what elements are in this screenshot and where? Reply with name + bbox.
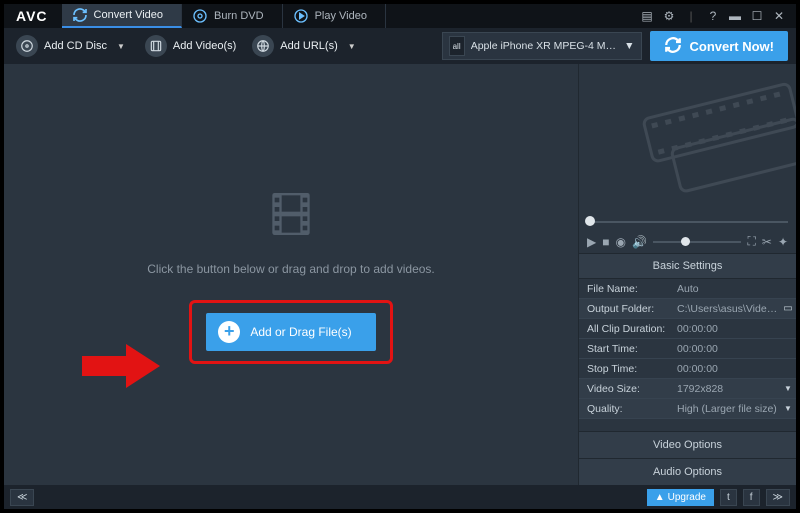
value: 00:00:00	[673, 323, 796, 335]
label: All Clip Duration:	[579, 323, 673, 335]
button-label: Add CD Disc	[44, 40, 107, 52]
label: Stop Time:	[579, 363, 673, 375]
button-label: Convert Now!	[690, 39, 775, 54]
main-drop-area[interactable]: Click the button below or drag and drop …	[4, 64, 578, 485]
tab-label: Burn DVD	[214, 10, 264, 22]
tab-play-video[interactable]: Play Video	[283, 4, 386, 28]
film-icon	[145, 35, 167, 57]
stop-button[interactable]: ■	[602, 235, 609, 249]
chevron-down-icon[interactable]: ▼	[780, 404, 796, 413]
browse-folder-icon[interactable]: ▭	[780, 303, 796, 314]
button-label: Add or Drag File(s)	[250, 325, 351, 339]
chevron-down-icon[interactable]: ▼	[780, 384, 796, 393]
next-page-button[interactable]: ≫	[766, 489, 790, 506]
options-nav-icon[interactable]: ▤	[638, 9, 656, 23]
titlebar: AVC Convert Video Burn DVD Play Video	[4, 4, 796, 28]
snapshot-button[interactable]: ◉	[615, 235, 625, 249]
tab-label: Play Video	[315, 10, 367, 22]
minimize-button[interactable]: ▬	[726, 9, 744, 23]
cut-icon[interactable]: ✂	[762, 235, 772, 249]
dvd-icon	[192, 8, 208, 24]
separator: |	[682, 9, 700, 23]
value[interactable]: 00:00:00	[673, 343, 796, 355]
refresh-icon	[664, 36, 682, 57]
convert-now-button[interactable]: Convert Now!	[650, 31, 789, 61]
volume-icon[interactable]: 🔊	[632, 235, 647, 249]
button-label: Add URL(s)	[280, 40, 337, 52]
status-bar: ≪ ▲Upgrade t f ≫	[4, 485, 796, 509]
hint-text: Click the button below or drag and drop …	[147, 262, 435, 276]
help-icon[interactable]: ?	[704, 9, 722, 23]
chevron-down-icon[interactable]: ▼	[113, 42, 129, 51]
chevron-down-icon: ▼	[624, 40, 634, 52]
value: High (Larger file size)	[673, 403, 780, 415]
globe-icon	[252, 35, 274, 57]
preview-controls: ▶ ■ ◉ 🔊 ⛶ ✂ ✦	[579, 230, 796, 253]
label: Video Size:	[579, 383, 673, 395]
filmstrip-decor-icon	[633, 64, 796, 214]
facebook-icon[interactable]: f	[743, 489, 760, 506]
label: Output Folder:	[579, 303, 673, 315]
value[interactable]: Auto	[673, 283, 796, 295]
value: 1792x828	[673, 383, 780, 395]
settings-gear-icon[interactable]: ⚙	[660, 9, 678, 23]
label: Start Time:	[579, 343, 673, 355]
refresh-icon	[72, 7, 88, 23]
play-icon	[293, 8, 309, 24]
upgrade-button[interactable]: ▲Upgrade	[647, 489, 714, 506]
basic-settings-header: Basic Settings	[579, 253, 796, 279]
row-start-time: Start Time: 00:00:00	[579, 339, 796, 359]
maximize-button[interactable]: ☐	[748, 9, 766, 23]
plus-circle-icon: +	[218, 321, 240, 343]
row-quality[interactable]: Quality: High (Larger file size) ▼	[579, 399, 796, 419]
app-window: AVC Convert Video Burn DVD Play Video	[4, 4, 796, 509]
output-profile-select[interactable]: all Apple iPhone XR MPEG-4 Movie (*.m… ▼	[442, 32, 642, 60]
up-arrow-icon: ▲	[655, 492, 665, 503]
add-cd-disc-button[interactable]: + Add CD Disc ▼	[12, 32, 133, 60]
profile-label: Apple iPhone XR MPEG-4 Movie (*.m…	[471, 40, 618, 52]
profile-icon: all	[449, 36, 465, 56]
row-video-size[interactable]: Video Size: 1792x828 ▼	[579, 379, 796, 399]
value[interactable]: C:\Users\asus\Videos\…	[673, 303, 780, 315]
prev-page-button[interactable]: ≪	[10, 489, 34, 506]
row-all-clip-duration: All Clip Duration: 00:00:00	[579, 319, 796, 339]
window-controls: ▤ ⚙ | ? ▬ ☐ ✕	[638, 9, 796, 23]
add-file-highlight: + Add or Drag File(s)	[189, 300, 392, 364]
disc-icon	[16, 35, 38, 57]
row-stop-time: Stop Time: 00:00:00	[579, 359, 796, 379]
callout-arrow	[82, 344, 172, 388]
row-output-folder: Output Folder: C:\Users\asus\Videos\… ▭	[579, 299, 796, 319]
button-label: Add Video(s)	[173, 40, 236, 52]
add-or-drag-files-button[interactable]: + Add or Drag File(s)	[206, 313, 375, 351]
content-area: Click the button below or drag and drop …	[4, 64, 796, 485]
play-button[interactable]: ▶	[587, 235, 596, 249]
film-placeholder-icon	[263, 186, 319, 242]
seek-slider[interactable]	[579, 214, 796, 230]
video-options-panel[interactable]: Video Options	[579, 431, 796, 458]
effects-icon[interactable]: ✦	[778, 235, 788, 249]
audio-options-panel[interactable]: Audio Options	[579, 458, 796, 485]
side-panel: ▶ ■ ◉ 🔊 ⛶ ✂ ✦ Basic Settings File Name: …	[578, 64, 796, 485]
close-button[interactable]: ✕	[770, 9, 788, 23]
add-videos-button[interactable]: + Add Video(s)	[141, 32, 240, 60]
fullscreen-icon[interactable]: ⛶	[747, 234, 755, 249]
label: File Name:	[579, 283, 673, 295]
tab-convert-video[interactable]: Convert Video	[62, 4, 183, 28]
app-logo: AVC	[4, 8, 62, 24]
toolbar: + Add CD Disc ▼ + Add Video(s) + Add URL…	[4, 28, 796, 64]
mode-tabs: Convert Video Burn DVD Play Video	[62, 4, 386, 28]
value[interactable]: 00:00:00	[673, 363, 796, 375]
label: Quality:	[579, 403, 673, 415]
volume-slider[interactable]	[653, 241, 742, 243]
tab-burn-dvd[interactable]: Burn DVD	[182, 4, 283, 28]
tab-label: Convert Video	[94, 9, 164, 21]
chevron-down-icon[interactable]: ▼	[344, 42, 360, 51]
preview-pane	[579, 64, 796, 214]
row-file-name: File Name: Auto	[579, 279, 796, 299]
twitter-icon[interactable]: t	[720, 489, 737, 506]
add-urls-button[interactable]: + Add URL(s) ▼	[248, 32, 363, 60]
